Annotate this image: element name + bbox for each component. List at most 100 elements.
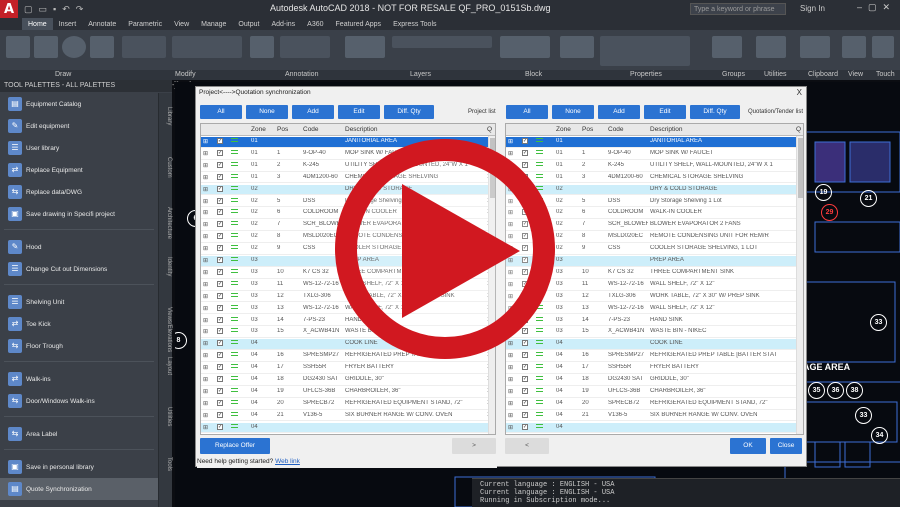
- expand-icon[interactable]: ⊞: [203, 281, 208, 288]
- panel-label-draw[interactable]: Draw: [55, 71, 71, 78]
- open-icon[interactable]: ▭: [39, 4, 48, 15]
- palette-item[interactable]: ⇄ Toe Kick: [0, 313, 158, 335]
- left-all-button[interactable]: All: [200, 105, 242, 119]
- expand-icon[interactable]: ⊞: [203, 186, 208, 193]
- palette-tab-custom[interactable]: Custom: [160, 157, 172, 178]
- table-row[interactable]: ⊞ ✓ 01 JANITORIAL AREA: [506, 137, 803, 148]
- table-row[interactable]: ⊞✓0311WS-12-72-16WALL SHELF, 72" X 12"1: [506, 280, 803, 291]
- row-checkbox[interactable]: ✓: [217, 292, 223, 299]
- row-checkbox[interactable]: ✓: [217, 304, 223, 311]
- expand-icon[interactable]: ⊞: [508, 150, 513, 157]
- window-controls[interactable]: –▢✕: [857, 2, 896, 13]
- expand-icon[interactable]: ⊞: [203, 305, 208, 312]
- layer-properties-icon[interactable]: [345, 36, 385, 58]
- polyline-tool-icon[interactable]: [34, 36, 58, 58]
- tab-add-ins[interactable]: Add-ins: [265, 18, 301, 30]
- row-checkbox[interactable]: ✓: [217, 268, 223, 275]
- table-row[interactable]: ⊞ ✓ 04 21 V136-5 SIX BURNER RANGE W/ CONV. OV…: [201, 411, 495, 422]
- expand-icon[interactable]: ⊞: [508, 412, 513, 419]
- command-line[interactable]: Current language : ENGLISH - USA Current…: [472, 478, 900, 507]
- row-checkbox[interactable]: ✓: [217, 340, 223, 347]
- expand-icon[interactable]: ⊞: [203, 328, 208, 335]
- tab-parametric[interactable]: Parametric: [122, 18, 168, 30]
- touch-icon[interactable]: [872, 36, 894, 58]
- right-all-button[interactable]: All: [506, 105, 548, 119]
- row-checkbox[interactable]: ✓: [522, 364, 528, 371]
- row-checkbox[interactable]: ✓: [217, 257, 223, 263]
- column-header[interactable]: Zone: [251, 126, 266, 133]
- match-properties-icon[interactable]: [560, 36, 594, 58]
- palette-item[interactable]: ☰ Shelving Unit: [0, 291, 158, 313]
- row-checkbox[interactable]: ✓: [217, 245, 223, 252]
- move-left-button[interactable]: <: [505, 438, 549, 454]
- tab-manage[interactable]: Manage: [195, 18, 232, 30]
- palette-tab-identity[interactable]: Identity: [160, 257, 172, 276]
- tab-annotate[interactable]: Annotate: [82, 18, 122, 30]
- expand-icon[interactable]: ⊞: [203, 162, 208, 169]
- sign-in-link[interactable]: Sign In: [800, 4, 825, 13]
- expand-icon[interactable]: ⊞: [508, 138, 513, 145]
- arc-tool-icon[interactable]: [90, 36, 114, 58]
- column-header[interactable]: Q: [796, 126, 801, 133]
- row-checkbox[interactable]: ✓: [217, 149, 223, 156]
- expand-icon[interactable]: ⊞: [203, 340, 208, 347]
- table-row[interactable]: ⊞ ✓ 01 2 K-245 UTILITY SHELF, WALL-MOUNTED, 2…: [506, 161, 803, 172]
- redo-icon[interactable]: ↷: [76, 4, 84, 15]
- expand-icon[interactable]: ⊞: [203, 198, 208, 205]
- row-checkbox[interactable]: ✓: [522, 423, 528, 430]
- circle-tool-icon[interactable]: [62, 36, 86, 58]
- left-add-button[interactable]: Add: [292, 105, 334, 119]
- table-row[interactable]: ⊞✓0315X_ACWB41NWASTE BIN - NIKEC1: [506, 327, 803, 339]
- measure-icon[interactable]: [756, 36, 786, 58]
- palette-item[interactable]: ⇆ Area Label: [0, 423, 158, 445]
- tab-a360[interactable]: A360: [301, 18, 329, 30]
- expand-icon[interactable]: ⊞: [508, 340, 513, 347]
- palette-tab-utilities[interactable]: Utilities: [160, 407, 172, 426]
- expand-icon[interactable]: ⊞: [203, 352, 208, 359]
- grid-scrollbar[interactable]: [796, 136, 803, 434]
- panel-label-clipboard[interactable]: Clipboard: [808, 71, 838, 78]
- expand-icon[interactable]: ⊞: [508, 400, 513, 407]
- row-checkbox[interactable]: ✓: [217, 233, 223, 240]
- tab-featured-apps[interactable]: Featured Apps: [330, 18, 388, 30]
- row-checkbox[interactable]: ✓: [217, 280, 223, 287]
- annotation-tools[interactable]: [280, 36, 330, 58]
- left-none-button[interactable]: None: [246, 105, 288, 119]
- autocad-logo-icon[interactable]: A: [0, 0, 18, 18]
- layer-dropdown[interactable]: [392, 36, 492, 48]
- column-header[interactable]: Zone: [556, 126, 571, 133]
- row-checkbox[interactable]: ✓: [522, 376, 528, 382]
- row-checkbox[interactable]: ✓: [522, 149, 528, 156]
- tab-insert[interactable]: Insert: [53, 18, 83, 30]
- palette-item[interactable]: ⇄ Replace Equipment: [0, 159, 158, 181]
- row-checkbox[interactable]: ✓: [522, 399, 528, 406]
- table-row[interactable]: ⊞✓0313WS-12-72-16WALL SHELF, 72" X 12"1: [506, 304, 803, 315]
- row-checkbox[interactable]: ✓: [522, 161, 528, 168]
- expand-icon[interactable]: ⊞: [203, 138, 208, 145]
- panel-label-annotation[interactable]: Annotation: [285, 71, 318, 78]
- row-checkbox[interactable]: ✓: [217, 173, 223, 180]
- right-none-button[interactable]: None: [552, 105, 594, 119]
- dialog-close-icon[interactable]: X: [797, 88, 802, 97]
- palette-item[interactable]: ⇄ Walk-ins: [0, 368, 158, 390]
- table-row[interactable]: ⊞ ✓ 04: [201, 422, 495, 434]
- table-row[interactable]: ⊞ ✓ 04: [506, 422, 803, 434]
- palette-item[interactable]: ▣ Save in personal library: [0, 456, 158, 478]
- expand-icon[interactable]: ⊞: [203, 174, 208, 181]
- palette-tab-library[interactable]: Library: [160, 107, 172, 125]
- palette-item[interactable]: ✎ Edit equipment: [0, 115, 158, 137]
- expand-icon[interactable]: ⊞: [508, 352, 513, 359]
- palette-item[interactable]: ☰ User library: [0, 137, 158, 159]
- palette-item[interactable]: ⇆ Replace data/DWG: [0, 181, 158, 203]
- table-row[interactable]: ⊞ ✓ 01 3 4DM1200-60 CHEMICAL STORAGE SHELVING…: [506, 173, 803, 184]
- table-row[interactable]: ⊞✓0419UFLCS-36BCHARBROILER, 36"1: [506, 387, 803, 398]
- right-add-button[interactable]: Add: [598, 105, 640, 119]
- palette-tab-layout[interactable]: Layout: [160, 357, 172, 375]
- move-right-button[interactable]: >: [452, 438, 496, 454]
- expand-icon[interactable]: ⊞: [203, 293, 208, 300]
- column-header[interactable]: Pos: [277, 126, 288, 133]
- view-icon[interactable]: [842, 36, 866, 58]
- tab-view[interactable]: View: [168, 18, 195, 30]
- expand-icon[interactable]: ⊞: [203, 424, 208, 431]
- table-row[interactable]: ⊞ ✓ 04 COOK LINE: [506, 339, 803, 351]
